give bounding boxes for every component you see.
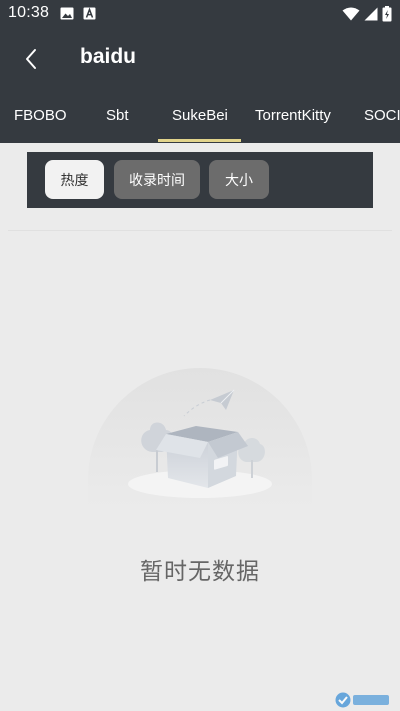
- signal-icon: [364, 7, 378, 21]
- a-letter-icon: [83, 7, 96, 20]
- wifi-icon: [342, 7, 360, 21]
- empty-state-message: 暂时无数据: [140, 559, 260, 585]
- chevron-left-icon: [26, 49, 36, 69]
- tab-torrentkitty[interactable]: TorrentKitty: [255, 107, 331, 124]
- source-tab-bar: FBOBO Sbt SukeBei TorrentKitty SOCI: [0, 89, 400, 143]
- sort-size-button[interactable]: 大小: [209, 160, 269, 199]
- sort-indexed-time-button[interactable]: 收录时间: [114, 160, 200, 199]
- status-time: 10:38: [8, 4, 50, 21]
- app-bar: baidu: [0, 27, 400, 89]
- page-title: baidu: [80, 45, 136, 68]
- image-icon: [60, 7, 74, 20]
- tab-indicator: [158, 139, 241, 142]
- status-system-icons: [342, 6, 392, 22]
- tab-fbobo[interactable]: FBOBO: [14, 107, 67, 124]
- back-button[interactable]: [14, 42, 48, 76]
- empty-box-illustration: [88, 368, 312, 508]
- status-bar: 10:38: [0, 0, 400, 27]
- battery-charging-icon: [382, 6, 392, 22]
- tab-soci[interactable]: SOCI: [364, 107, 400, 124]
- sort-hot-button[interactable]: 热度: [45, 160, 104, 199]
- tab-sbt[interactable]: Sbt: [106, 107, 129, 124]
- status-notification-icons: [60, 7, 96, 20]
- divider: [8, 230, 392, 231]
- watermark-logo: [335, 692, 389, 708]
- sort-options-bar: 热度 收录时间 大小: [27, 152, 373, 208]
- tab-sukebei[interactable]: SukeBei: [172, 107, 228, 124]
